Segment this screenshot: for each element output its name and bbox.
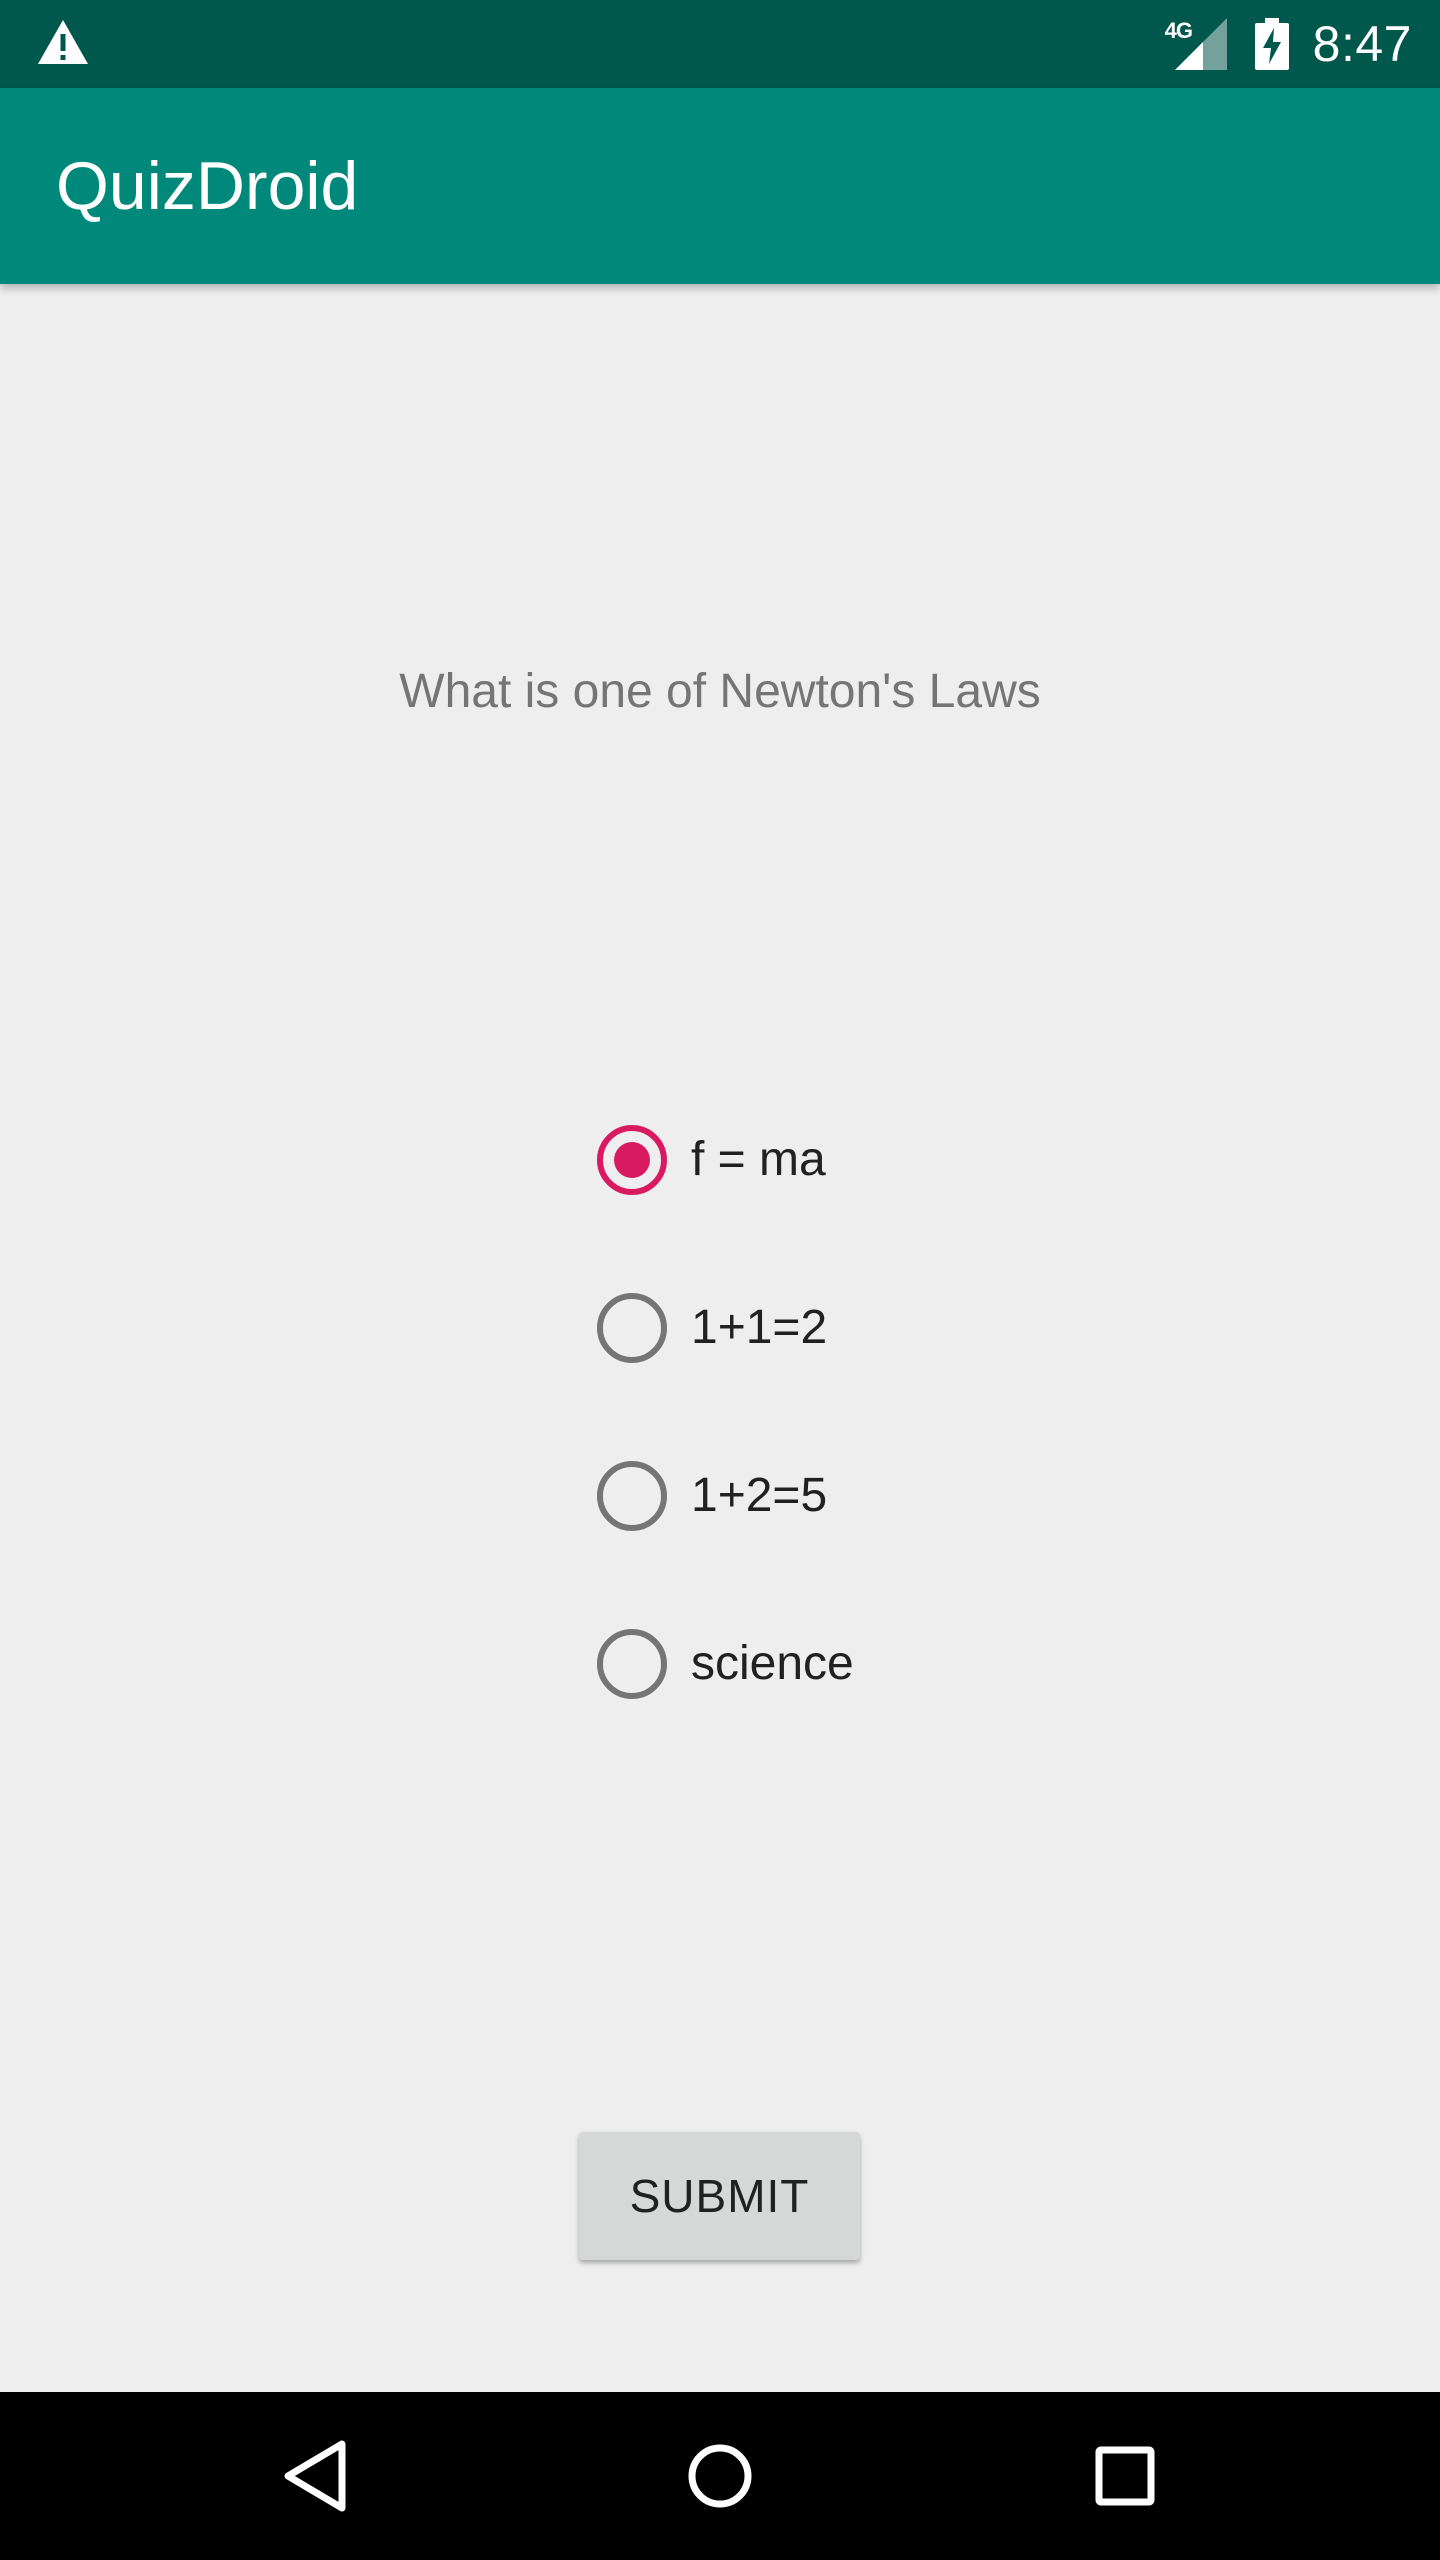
warning-icon — [38, 20, 88, 64]
battery-charging-icon — [1254, 18, 1289, 70]
navigation-bar — [0, 2392, 1440, 2560]
answer-option[interactable]: f = ma — [597, 1124, 1297, 1292]
back-icon — [284, 2440, 346, 2512]
app-title: QuizDroid — [56, 148, 359, 224]
home-button[interactable] — [650, 2392, 790, 2560]
status-icons: 4G 8:47 — [1165, 0, 1412, 88]
screen: 4G 8:47 QuizDroid What is one of Newton'… — [0, 0, 1440, 2560]
app-bar: QuizDroid — [0, 88, 1440, 284]
answer-option-label: 1+2=5 — [691, 1469, 828, 1522]
question-text: What is one of Newton's Laws — [399, 665, 1041, 718]
recents-icon — [1095, 2446, 1155, 2506]
radio-button[interactable] — [597, 1293, 667, 1363]
answer-option[interactable]: 1+2=5 — [597, 1460, 1297, 1628]
answer-option-label: science — [691, 1637, 854, 1690]
answer-option-label: f = ma — [691, 1133, 826, 1186]
radio-button[interactable] — [597, 1629, 667, 1699]
radio-button[interactable] — [597, 1125, 667, 1195]
recents-button[interactable] — [1055, 2392, 1195, 2560]
home-icon — [688, 2444, 752, 2508]
answer-option[interactable]: 1+1=2 — [597, 1292, 1297, 1460]
back-button[interactable] — [245, 2392, 385, 2560]
answer-option-label: 1+1=2 — [691, 1301, 828, 1354]
clock: 8:47 — [1312, 16, 1412, 72]
signal-icon: 4G — [1165, 18, 1227, 70]
answer-option[interactable]: science — [597, 1628, 1297, 1796]
answer-radio-group: f = ma 1+1=2 1+2=5 science — [597, 1124, 1297, 1796]
submit-button[interactable]: SUBMIT — [579, 2132, 860, 2260]
status-bar: 4G 8:47 — [0, 0, 1440, 88]
radio-button[interactable] — [597, 1461, 667, 1531]
